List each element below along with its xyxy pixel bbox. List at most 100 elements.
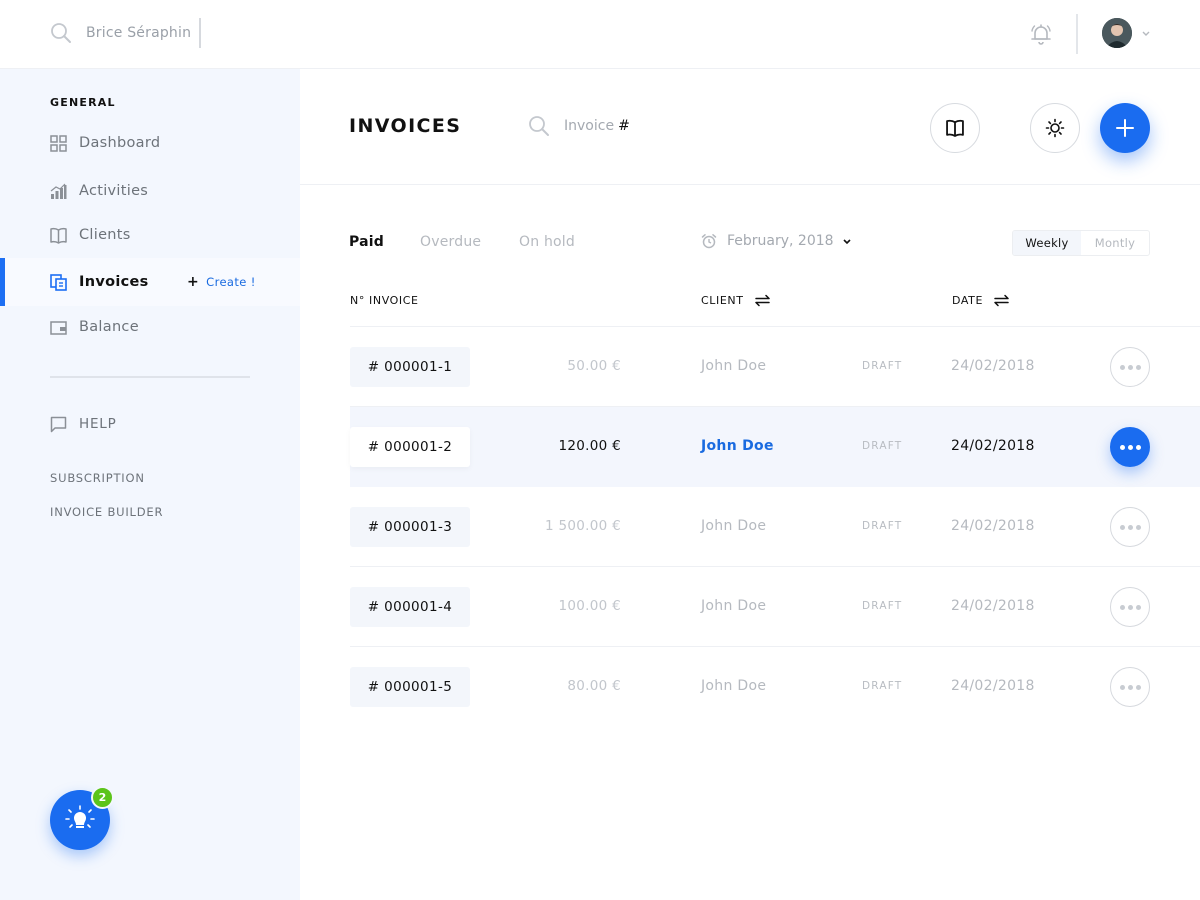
invoice-number[interactable]: # 000001-1: [350, 347, 470, 387]
sidebar-item-label: Clients: [79, 227, 131, 243]
chevron-down-icon[interactable]: [1141, 28, 1151, 38]
table-row[interactable]: # 000001-1 50.00 € John Doe DRAFT 24/02/…: [350, 327, 1200, 407]
sidebar-item-label: Activities: [79, 183, 149, 199]
plus-icon: [1116, 119, 1134, 137]
table-row[interactable]: # 000001-5 80.00 € John Doe DRAFT 24/02/…: [350, 647, 1200, 727]
sort-icon: [994, 294, 1009, 307]
topbar-divider: [1076, 14, 1078, 54]
sidebar-heading: GENERAL: [50, 96, 116, 109]
table-row[interactable]: # 000001-4 100.00 € John Doe DRAFT 24/02…: [350, 567, 1200, 647]
toggle-weekly[interactable]: Weekly: [1013, 231, 1081, 255]
column-date-label: DATE: [952, 294, 984, 307]
more-options-button[interactable]: [1110, 347, 1150, 387]
more-options-button[interactable]: [1110, 427, 1150, 467]
sidebar-item-label: Balance: [79, 319, 139, 335]
invoice-amount: 120.00 €: [558, 438, 621, 454]
column-client[interactable]: CLIENT: [701, 294, 771, 307]
user-avatar[interactable]: [1102, 18, 1132, 48]
sidebar-item-balance[interactable]: Balance: [0, 303, 300, 351]
sidebar-item-help[interactable]: HELP: [0, 400, 300, 448]
tab-paid[interactable]: Paid: [349, 234, 384, 250]
create-invoice-link[interactable]: + Create !: [187, 274, 256, 290]
invoice-number[interactable]: # 000001-4: [350, 587, 470, 627]
table-row[interactable]: # 000001-2 120.00 € John Doe DRAFT 24/02…: [350, 407, 1200, 487]
sidebar-item-label: Dashboard: [79, 135, 161, 151]
sidebar-link-invoice-builder[interactable]: INVOICE BUILDER: [50, 505, 163, 519]
toggle-monthly[interactable]: Montly: [1081, 231, 1149, 255]
sort-icon: [754, 294, 770, 307]
more-options-button[interactable]: [1110, 667, 1150, 707]
add-invoice-button[interactable]: [1100, 103, 1150, 153]
sidebar-item-invoices[interactable]: Invoices + Create !: [0, 258, 300, 306]
tab-on-hold[interactable]: On hold: [519, 234, 575, 250]
invoice-search[interactable]: Invoice #: [528, 115, 630, 137]
search-placeholder: Invoice: [564, 118, 615, 134]
invoice-number[interactable]: # 000001-2: [350, 427, 470, 467]
invoice-date: 24/02/2018: [951, 518, 1035, 534]
bell-icon[interactable]: [1029, 22, 1053, 46]
column-invoice-label: N° INVOICE: [350, 294, 419, 307]
top-bar: Brice Séraphin: [0, 0, 1200, 69]
create-label: Create !: [206, 275, 256, 289]
invoice-date: 24/02/2018: [951, 438, 1035, 454]
notification-badge: 2: [91, 786, 114, 809]
theme-button[interactable]: [1030, 103, 1080, 153]
more-options-button[interactable]: [1110, 587, 1150, 627]
status-badge: DRAFT: [862, 600, 903, 612]
chat-icon: [50, 416, 67, 432]
header-divider: [300, 184, 1200, 185]
invoice-icon: [50, 273, 67, 291]
sidebar: GENERAL Dashboard Activities Clients Inv…: [0, 69, 300, 900]
date-label: February, 2018: [727, 233, 834, 249]
search-icon: [51, 23, 71, 43]
invoice-amount: 1 500.00 €: [545, 518, 621, 534]
invoice-client[interactable]: John Doe: [701, 358, 766, 374]
sidebar-item-dashboard[interactable]: Dashboard: [0, 119, 300, 167]
column-date[interactable]: DATE: [952, 294, 1010, 307]
sidebar-item-clients[interactable]: Clients: [0, 211, 300, 259]
plus-icon: +: [187, 274, 200, 290]
invoice-amount: 100.00 €: [558, 598, 621, 614]
wallet-icon: [50, 320, 67, 335]
text-cursor: [199, 18, 202, 48]
status-badge: DRAFT: [862, 520, 903, 532]
active-indicator: [0, 258, 5, 306]
invoice-date: 24/02/2018: [951, 598, 1035, 614]
more-options-button[interactable]: [1110, 507, 1150, 547]
invoice-amount: 50.00 €: [567, 358, 621, 374]
bar-chart-icon: [50, 183, 67, 199]
period-toggle: Weekly Montly: [1012, 230, 1150, 256]
invoice-amount: 80.00 €: [567, 678, 621, 694]
sun-icon: [1045, 118, 1065, 138]
global-search-input[interactable]: Brice Séraphin: [86, 25, 191, 41]
invoice-number[interactable]: # 000001-5: [350, 667, 470, 707]
alarm-clock-icon: [701, 234, 717, 249]
status-badge: DRAFT: [862, 680, 903, 692]
sidebar-item-activities[interactable]: Activities: [0, 167, 300, 215]
grid-icon: [50, 134, 67, 152]
sidebar-divider: [50, 376, 250, 378]
invoice-client[interactable]: John Doe: [701, 438, 774, 454]
sidebar-item-label: HELP: [79, 416, 117, 432]
date-picker[interactable]: February, 2018: [701, 233, 852, 249]
table-row[interactable]: # 000001-3 1 500.00 € John Doe DRAFT 24/…: [350, 487, 1200, 567]
invoice-client[interactable]: John Doe: [701, 518, 766, 534]
invoice-client[interactable]: John Doe: [701, 598, 766, 614]
guide-button[interactable]: [930, 103, 980, 153]
chevron-down-icon: [843, 239, 851, 245]
invoice-search-input[interactable]: Invoice #: [564, 118, 630, 134]
column-client-label: CLIENT: [701, 294, 744, 307]
tab-overdue[interactable]: Overdue: [420, 234, 481, 250]
search-hash: #: [618, 118, 630, 134]
invoice-number[interactable]: # 000001-3: [350, 507, 470, 547]
book-icon: [946, 119, 964, 137]
book-icon: [50, 227, 67, 244]
sidebar-link-subscription[interactable]: SUBSCRIPTION: [50, 471, 145, 485]
page-title: INVOICES: [349, 115, 462, 137]
global-search[interactable]: Brice Séraphin: [50, 18, 202, 48]
invoice-client[interactable]: John Doe: [701, 678, 766, 694]
status-badge: DRAFT: [862, 440, 903, 452]
status-badge: DRAFT: [862, 360, 903, 372]
invoice-date: 24/02/2018: [951, 358, 1035, 374]
search-icon: [529, 116, 549, 136]
